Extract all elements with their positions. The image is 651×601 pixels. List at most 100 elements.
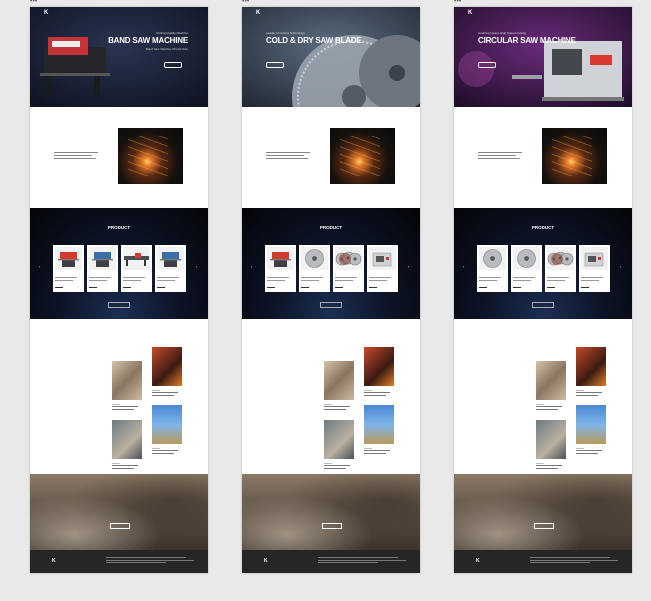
product-card[interactable] <box>87 245 118 292</box>
product-image <box>55 247 82 270</box>
product-more-link[interactable] <box>267 287 275 288</box>
news-caption[interactable] <box>364 447 394 454</box>
product-image <box>267 247 294 270</box>
site-logo[interactable]: K <box>256 10 262 16</box>
product-card[interactable] <box>579 245 610 292</box>
product-card[interactable] <box>265 245 296 292</box>
carousel-next-icon[interactable]: › <box>408 264 409 269</box>
product-card[interactable] <box>545 245 576 292</box>
board-2[interactable]: K Leader of Cutting Technology COLD & DRY … <box>242 7 420 573</box>
footer: K <box>242 550 420 573</box>
hero-subtitle: Leader of Cutting Technology <box>266 31 305 35</box>
product-more-link[interactable] <box>581 287 589 288</box>
carousel-next-icon[interactable]: › <box>196 264 197 269</box>
product-more-link[interactable] <box>479 287 487 288</box>
news-image[interactable] <box>536 361 566 400</box>
product-card[interactable] <box>53 245 84 292</box>
news-image[interactable] <box>152 405 182 444</box>
product-viewall-button[interactable] <box>532 302 554 308</box>
news-caption[interactable] <box>364 389 394 396</box>
footer-info <box>530 557 620 565</box>
product-more-link[interactable] <box>513 287 521 288</box>
banner-button[interactable] <box>534 523 554 529</box>
news-image[interactable] <box>576 347 606 386</box>
news-caption[interactable] <box>536 403 566 410</box>
hero-button[interactable] <box>266 62 284 68</box>
carousel-prev-icon[interactable]: ‹ <box>39 264 40 269</box>
hero-button[interactable] <box>164 62 182 68</box>
carousel-next-icon[interactable]: › <box>620 264 621 269</box>
product-line <box>547 277 569 278</box>
footer-info <box>318 557 408 565</box>
news-caption[interactable] <box>112 403 142 410</box>
news-image[interactable] <box>324 420 354 459</box>
product-more-link[interactable] <box>335 287 343 288</box>
product-image <box>335 247 362 270</box>
board-3[interactable]: K Amazing Heavy-High Speed Cutting CIRCULA… <box>454 7 632 573</box>
news-image[interactable] <box>324 361 354 400</box>
service-text <box>266 152 312 160</box>
product-more-link[interactable] <box>301 287 309 288</box>
news-image[interactable] <box>152 347 182 386</box>
board-menu-dots[interactable]: ••• <box>454 0 461 5</box>
banner-button[interactable] <box>322 523 342 529</box>
footer-logo: K <box>476 558 482 564</box>
news-image[interactable] <box>576 405 606 444</box>
news-caption[interactable] <box>112 462 142 469</box>
logo-mark: K <box>468 10 473 16</box>
product-more-link[interactable] <box>55 287 63 288</box>
news-image[interactable] <box>536 420 566 459</box>
footer-info <box>106 557 196 565</box>
service-image <box>330 128 395 184</box>
news-image[interactable] <box>364 347 394 386</box>
product-line <box>267 277 289 278</box>
product-card[interactable] <box>511 245 542 292</box>
site-logo[interactable]: K <box>44 10 50 16</box>
product-viewall-button[interactable] <box>320 302 342 308</box>
product-title: PRODUCT <box>107 225 131 230</box>
carousel-prev-icon[interactable]: ‹ <box>251 264 252 269</box>
product-card[interactable] <box>367 245 398 292</box>
service-section <box>454 107 632 208</box>
news-caption[interactable] <box>324 403 354 410</box>
news-caption[interactable] <box>324 462 354 469</box>
board-menu-dots[interactable]: ••• <box>30 0 37 5</box>
board-menu-dots[interactable]: ••• <box>242 0 249 5</box>
product-card[interactable] <box>299 245 330 292</box>
hero-section: K Leader of Cutting Technology COLD & DRY … <box>242 7 420 107</box>
board-1[interactable]: K Cutting Quality Machine BAND SAW MACHINE… <box>30 7 208 573</box>
news-image[interactable] <box>364 405 394 444</box>
news-caption[interactable] <box>152 389 182 396</box>
product-card[interactable] <box>333 245 364 292</box>
banner-button[interactable] <box>110 523 130 529</box>
product-line <box>581 277 603 278</box>
product-more-link[interactable] <box>547 287 555 288</box>
product-card[interactable] <box>477 245 508 292</box>
site-logo[interactable]: K <box>468 10 474 16</box>
cta-banner <box>30 474 208 550</box>
news-image[interactable] <box>112 420 142 459</box>
product-card[interactable] <box>155 245 186 292</box>
news-caption[interactable] <box>576 389 606 396</box>
hero-button[interactable] <box>478 62 496 68</box>
product-card[interactable] <box>121 245 152 292</box>
product-image <box>89 247 116 270</box>
news-image[interactable] <box>112 361 142 400</box>
product-more-link[interactable] <box>157 287 165 288</box>
product-viewall-button[interactable] <box>108 302 130 308</box>
carousel-prev-icon[interactable]: ‹ <box>463 264 464 269</box>
news-caption[interactable] <box>576 447 606 454</box>
news-caption[interactable] <box>152 447 182 454</box>
product-line <box>513 277 535 278</box>
product-more-link[interactable] <box>89 287 97 288</box>
product-line <box>89 280 107 281</box>
product-more-link[interactable] <box>123 287 131 288</box>
product-image <box>157 247 184 270</box>
product-more-link[interactable] <box>369 287 377 288</box>
service-text <box>54 152 100 160</box>
hero-section: K Cutting Quality Machine BAND SAW MACHINE… <box>30 7 208 107</box>
footer-logo-mark: K <box>476 558 480 564</box>
service-section <box>242 107 420 208</box>
news-caption[interactable] <box>536 462 566 469</box>
product-line <box>89 277 111 278</box>
